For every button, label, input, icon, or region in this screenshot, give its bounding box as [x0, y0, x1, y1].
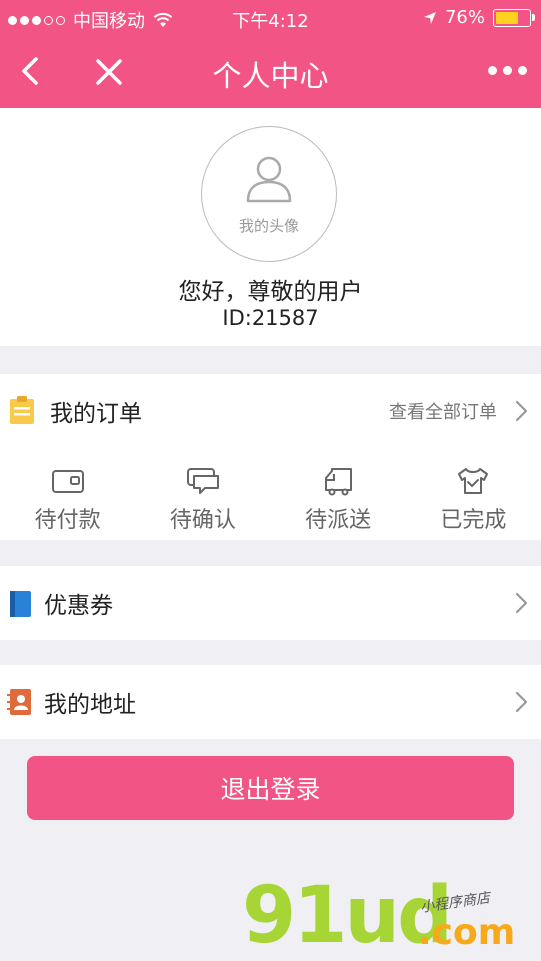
status-bar: 中国移动 下午4:12 76%: [0, 0, 541, 36]
order-status-label: 待付款: [34, 508, 101, 533]
watermark-tld: .com: [418, 912, 516, 953]
orders-card: 我的订单 查看全部订单 待付款 待确认 待派送 已完成: [0, 374, 541, 540]
order-status-list: 待付款 待确认 待派送 已完成: [0, 448, 541, 544]
coupons-label: 优惠券: [44, 593, 113, 619]
order-status-label: 已完成: [440, 508, 507, 533]
more-icon[interactable]: [488, 58, 527, 82]
profile-section: 我的头像 您好，尊敬的用户 ID:21587: [0, 108, 541, 346]
greeting-text: 您好，尊敬的用户: [178, 279, 363, 305]
order-status-label: 待派送: [305, 508, 372, 533]
page-title: 个人中心: [212, 59, 329, 93]
clipboard-icon: [10, 396, 34, 424]
address-row[interactable]: 我的地址: [0, 665, 541, 739]
chevron-right-icon: [515, 400, 528, 422]
battery-icon: [493, 8, 535, 27]
battery-percent: 76%: [444, 7, 485, 28]
order-status-pending-payment[interactable]: 待付款: [0, 448, 135, 544]
contact-card-icon: [7, 689, 31, 715]
order-status-completed[interactable]: 已完成: [406, 448, 541, 544]
location-arrow-icon: [423, 11, 436, 24]
chevron-right-icon: [515, 592, 528, 614]
logout-button[interactable]: 退出登录: [27, 756, 514, 820]
chevron-right-icon: [515, 691, 528, 713]
order-status-label: 待确认: [169, 508, 236, 533]
address-label: 我的地址: [44, 692, 136, 718]
watermark-logo: 91ud 小程序商店 .com: [242, 872, 541, 960]
avatar-caption: 我的头像: [238, 217, 299, 235]
view-all-orders-link[interactable]: 查看全部订单: [389, 398, 497, 424]
nav-bar: 个人中心: [0, 36, 541, 108]
shirt-icon: [458, 468, 489, 494]
chat-icon: [186, 468, 219, 494]
user-icon: [246, 156, 292, 203]
orders-row[interactable]: 我的订单 查看全部订单: [0, 374, 541, 448]
orders-title: 我的订单: [50, 401, 142, 427]
order-status-pending-confirm[interactable]: 待确认: [135, 448, 270, 544]
address-card: 我的地址: [0, 665, 541, 739]
avatar[interactable]: 我的头像: [201, 126, 337, 262]
wallet-icon: [51, 470, 84, 493]
coupons-card: 优惠券: [0, 566, 541, 640]
order-status-pending-delivery[interactable]: 待派送: [271, 448, 406, 544]
coupons-row[interactable]: 优惠券: [0, 566, 541, 640]
book-icon: [10, 591, 31, 617]
user-id: ID:21587: [222, 306, 319, 330]
truck-icon: [325, 468, 353, 496]
